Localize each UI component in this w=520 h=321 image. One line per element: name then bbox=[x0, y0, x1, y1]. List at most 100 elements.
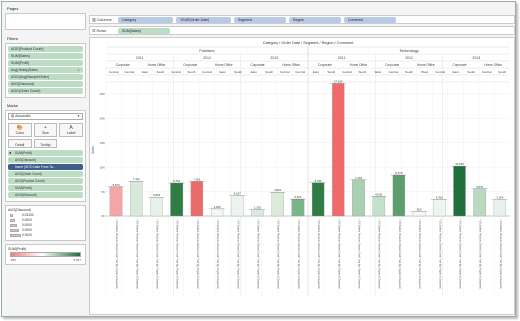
size-swatch bbox=[10, 234, 21, 237]
size-legend-value: 0.0000 bbox=[22, 223, 32, 227]
x-tick-label: = 20 Distinct Products Ordered Each Year… bbox=[378, 219, 381, 289]
mark-pill-size[interactable]: ◦ AVG(Discount) bbox=[8, 157, 83, 163]
x-tick-label: = 20 Distinct Products Ordered Each Year… bbox=[358, 219, 361, 289]
pages-shelf[interactable] bbox=[5, 13, 86, 30]
bar bbox=[150, 197, 163, 217]
filter-pill[interactable]: AGG(Order Count) bbox=[8, 88, 83, 94]
marks-card: ▥ Automatic ▼ 🎨 Color ⚬ Size Ａ Label Detail… bbox=[5, 110, 86, 202]
column-pill-region[interactable]: Region bbox=[289, 17, 341, 23]
segment-header: Corporate bbox=[452, 63, 466, 67]
bar-value-label: 7,112 bbox=[133, 177, 140, 181]
color-legend-title: SUM(Profit) bbox=[8, 247, 27, 251]
year-header: 2012 bbox=[405, 56, 413, 60]
bar-value-label: 7,061 bbox=[193, 177, 200, 181]
y-tick-label: 5K bbox=[101, 190, 105, 194]
region-header: Central bbox=[124, 70, 134, 74]
category-header: Technology bbox=[399, 49, 418, 53]
y-tick-label: 10K bbox=[100, 165, 105, 169]
bar bbox=[392, 174, 406, 217]
tooltip-button[interactable]: Tooltip bbox=[33, 139, 58, 148]
x-tick-label: = 20 Distinct Products Ordered Each Year… bbox=[216, 219, 219, 289]
column-pill-category[interactable]: Category bbox=[118, 17, 173, 23]
label-button-label: Label bbox=[66, 131, 76, 135]
chart-area[interactable]: Category / Order Date / Segment / Region… bbox=[89, 37, 515, 315]
size-legend-title: AVG(Discount) bbox=[8, 208, 32, 212]
mark-type-select[interactable]: ▥ Automatic ▼ bbox=[8, 113, 83, 120]
detail-button[interactable]: Detail bbox=[8, 139, 32, 148]
bar-value-label: 6,751 bbox=[173, 179, 180, 183]
size-mark-icon: ◦ bbox=[9, 157, 11, 162]
bar bbox=[493, 199, 507, 217]
bar-value-label: 8,379 bbox=[395, 171, 402, 175]
size-legend-row: 0.3000 bbox=[8, 233, 83, 238]
y-tick-label: 25K bbox=[100, 92, 105, 96]
x-tick-label: = 20 Distinct Products Ordered Each Year… bbox=[499, 219, 502, 289]
region-header: East bbox=[220, 70, 226, 74]
row-pill-sales[interactable]: SUM(Sales) bbox=[118, 28, 170, 34]
bar bbox=[433, 199, 446, 217]
bar bbox=[230, 195, 244, 217]
bar bbox=[473, 188, 487, 217]
x-tick-label: = 20 Distinct Products Ordered Each Year… bbox=[176, 219, 179, 289]
segment-header: Corporate bbox=[116, 63, 130, 67]
bar bbox=[251, 209, 264, 217]
size-swatch bbox=[10, 219, 15, 222]
year-header: 2013 bbox=[472, 56, 480, 60]
filter-pill[interactable]: AGG(Product Count) bbox=[8, 46, 83, 52]
detail-button-label: Detail bbox=[15, 143, 25, 147]
size-swatch bbox=[10, 224, 17, 227]
category-header: Furniture bbox=[199, 49, 214, 53]
label-button[interactable]: Ａ Label bbox=[59, 123, 83, 137]
filter-label: Avg(Yearly)Sales bbox=[11, 68, 38, 72]
mark-pill-label: AVG(Discount) bbox=[15, 158, 37, 162]
filter-pill[interactable]: SUM(Profit) bbox=[8, 60, 83, 66]
mark-pill-detail[interactable]: AGG(Product Count) bbox=[8, 178, 83, 184]
region-header: South bbox=[498, 70, 506, 74]
region-header: Central bbox=[295, 70, 305, 74]
column-pill-segment[interactable]: Segment bbox=[234, 17, 286, 23]
filter-pill[interactable]: AGG(Avg(SampleOrder) bbox=[8, 74, 83, 80]
size-button[interactable]: ⚬ Size bbox=[33, 123, 58, 137]
filter-pill[interactable]: SUM(Sales) bbox=[8, 53, 83, 59]
x-tick-label: = 20 Distinct Products Ordered Each Year… bbox=[196, 219, 199, 289]
filter-pill[interactable]: AVG(Discount) bbox=[8, 81, 83, 87]
mark-pill-selected[interactable]: Insert (INTO Date From Ta... bbox=[8, 164, 83, 170]
columns-shelf[interactable]: ▥ Columns Category YEAR(Order Date) Segm… bbox=[89, 15, 515, 24]
rows-shelf[interactable]: ☰ Rows SUM(Sales) bbox=[89, 26, 515, 35]
header-title: Category / Order Date / Segment / Region… bbox=[263, 41, 354, 45]
segment-header: Corporate bbox=[183, 63, 197, 67]
x-tick-label: = 20 Distinct Products Ordered Each Year… bbox=[257, 219, 260, 289]
year-header: 2013 bbox=[270, 56, 278, 60]
column-pill-comment[interactable]: Comment bbox=[344, 17, 396, 23]
column-pill-year[interactable]: YEAR(Order Date) bbox=[176, 17, 231, 23]
bar bbox=[311, 182, 325, 217]
bar bbox=[109, 186, 123, 217]
size-legend-value: 0.3000 bbox=[22, 233, 32, 237]
region-header: South bbox=[188, 70, 196, 74]
size-legend-value: 0.0000 bbox=[22, 218, 32, 222]
columns-shelf-label: ▥ Columns bbox=[92, 17, 115, 23]
x-tick-label: = 20 Distinct Products Ordered Each Year… bbox=[479, 219, 482, 289]
rows-label-text: Rows bbox=[96, 29, 106, 33]
filters-shelf[interactable]: AGG(Product Count) SUM(Sales) SUM(Profit… bbox=[5, 43, 86, 98]
bar bbox=[190, 181, 204, 217]
bar-value-label: 3,416 bbox=[436, 195, 443, 199]
mark-pill-detail[interactable]: AGG(Discount) bbox=[8, 192, 83, 198]
mark-pill-color[interactable]: ● SUM(Profit) bbox=[8, 150, 83, 156]
region-header: South bbox=[234, 70, 242, 74]
region-header: Central bbox=[342, 70, 352, 74]
mark-pill-detail[interactable]: AGG(Order Count) bbox=[8, 171, 83, 177]
segment-header: Home Office bbox=[148, 63, 166, 67]
rows-shelf-label: ☰ Rows bbox=[92, 28, 115, 34]
mark-pill-detail[interactable]: SUM(Profit) bbox=[8, 185, 83, 191]
region-header: Central bbox=[109, 70, 119, 74]
app-window: Pages Filters AGG(Product Count) SUM(Sal… bbox=[1, 1, 516, 317]
segment-header: Corporate bbox=[318, 63, 332, 67]
filter-pill[interactable]: Avg(Yearly)Sales ⚠ bbox=[8, 67, 83, 73]
year-header: 2012 bbox=[203, 56, 211, 60]
region-header: East bbox=[251, 70, 257, 74]
color-button[interactable]: 🎨 Color bbox=[8, 123, 32, 137]
year-header: 2011 bbox=[136, 56, 144, 60]
bar-value-label: 6,796 bbox=[315, 179, 322, 183]
segment-header: Corporate bbox=[385, 63, 399, 67]
